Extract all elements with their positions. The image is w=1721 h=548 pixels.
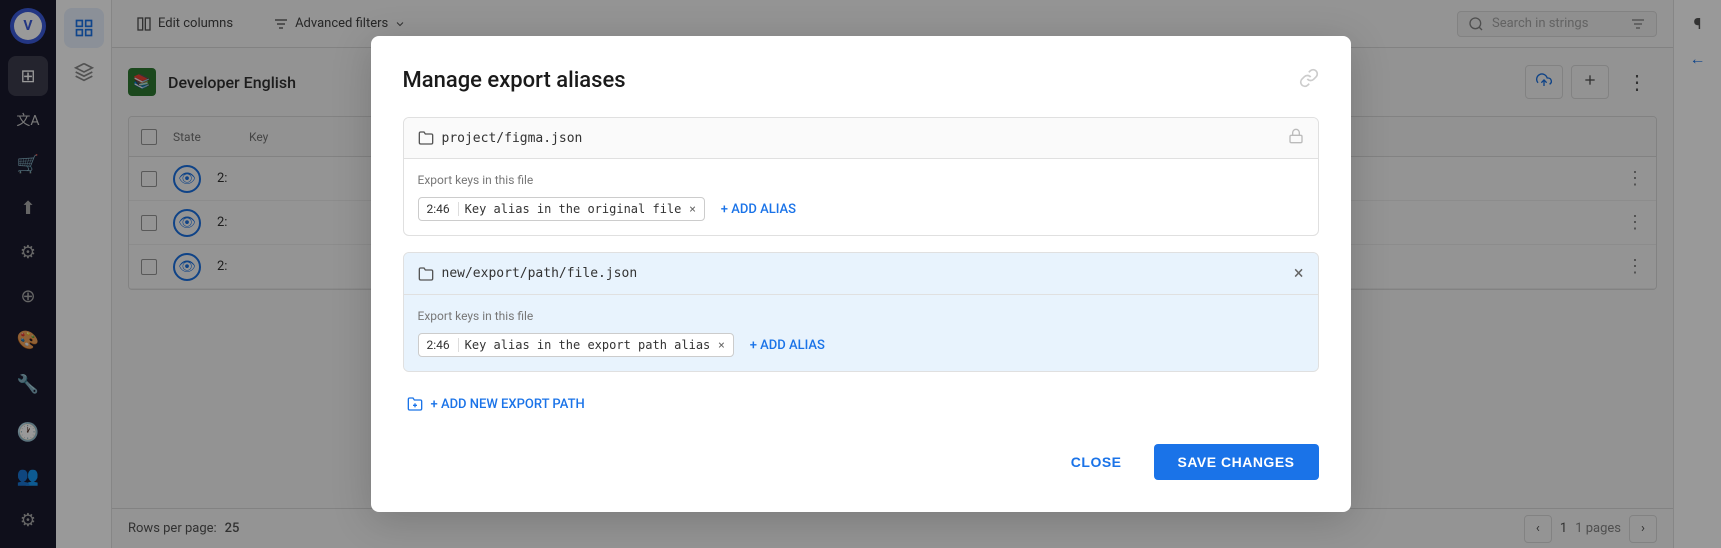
file1-alias-text: Key alias in the original file <box>465 202 682 216</box>
file2-alias-remove-btn[interactable]: × <box>718 338 724 352</box>
file2-path: new/export/path/file.json <box>418 266 638 282</box>
file1-path-text: project/figma.json <box>442 131 583 146</box>
file2-body: Export keys in this file 2:46 Key alias … <box>404 295 1318 371</box>
modal-overlay: Manage export aliases project/figma.json <box>0 0 1721 548</box>
file1-header: project/figma.json <box>404 118 1318 159</box>
close-button[interactable]: CLOSE <box>1047 444 1146 480</box>
file2-header: new/export/path/file.json × <box>404 253 1318 295</box>
folder-icon-1 <box>418 130 434 146</box>
modal-link-icon[interactable] <box>1299 68 1319 93</box>
modal-dialog: Manage export aliases project/figma.json <box>371 36 1351 512</box>
file1-alias-remove-btn[interactable]: × <box>689 202 695 216</box>
file1-path: project/figma.json <box>418 130 583 146</box>
file2-path-text: new/export/path/file.json <box>442 266 638 281</box>
file1-add-alias-btn[interactable]: + ADD ALIAS <box>713 198 804 221</box>
folder-icon-2 <box>418 266 434 282</box>
file1-alias-time: 2:46 <box>427 202 459 216</box>
modal-title: Manage export aliases <box>403 68 1319 93</box>
add-export-folder-icon <box>407 396 423 412</box>
add-export-path-label: + ADD NEW EXPORT PATH <box>431 397 585 412</box>
file2-alias-tag: 2:46 Key alias in the export path alias … <box>418 333 734 357</box>
file2-alias-text: Key alias in the export path alias <box>465 338 711 352</box>
file2-alias-time: 2:46 <box>427 338 459 352</box>
file-section-2: new/export/path/file.json × Export keys … <box>403 252 1319 372</box>
file1-alias-tag: 2:46 Key alias in the original file × <box>418 197 705 221</box>
file1-export-keys-label: Export keys in this file <box>418 173 1304 187</box>
file2-export-keys-label: Export keys in this file <box>418 309 1304 323</box>
add-new-export-path-btn[interactable]: + ADD NEW EXPORT PATH <box>403 388 589 420</box>
file2-close-btn[interactable]: × <box>1294 263 1304 284</box>
file1-alias-row: 2:46 Key alias in the original file × + … <box>418 197 1304 221</box>
file-section-1: project/figma.json Export keys in this f… <box>403 117 1319 236</box>
file1-body: Export keys in this file 2:46 Key alias … <box>404 159 1318 235</box>
modal-footer: CLOSE SAVE CHANGES <box>403 444 1319 480</box>
file2-alias-row: 2:46 Key alias in the export path alias … <box>418 333 1304 357</box>
save-changes-button[interactable]: SAVE CHANGES <box>1154 444 1319 480</box>
file2-add-alias-btn[interactable]: + ADD ALIAS <box>742 334 833 357</box>
file1-lock-icon <box>1288 128 1304 148</box>
